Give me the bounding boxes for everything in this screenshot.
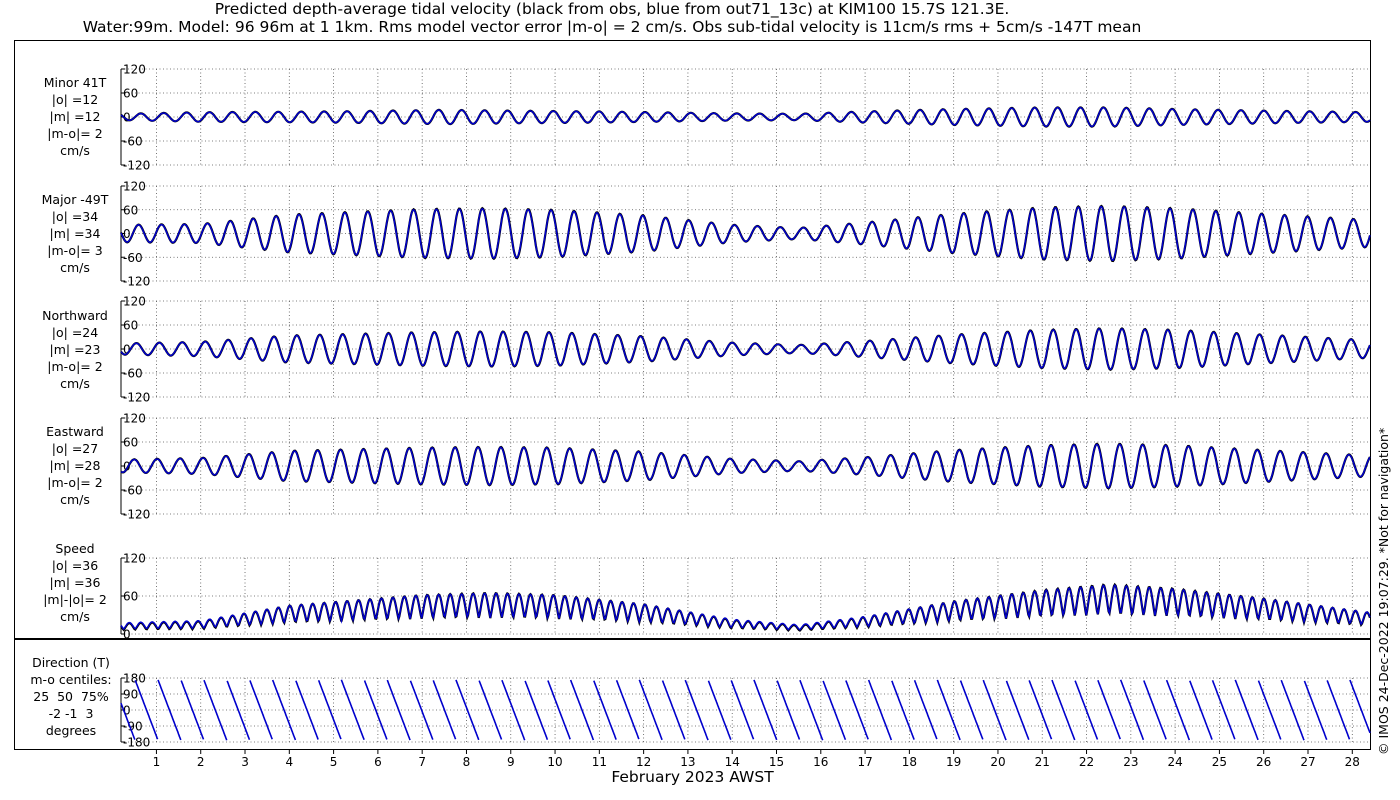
panel-5: 180900-90-180 bbox=[120, 672, 1371, 750]
y-tick-label: 120 bbox=[123, 63, 146, 77]
x-tick-label: 1 bbox=[153, 755, 161, 769]
x-tick-label: 7 bbox=[418, 755, 426, 769]
x-tick-label: 17 bbox=[857, 755, 872, 769]
x-tick-label: 23 bbox=[1123, 755, 1138, 769]
y-tick-label: 120 bbox=[123, 412, 146, 426]
x-tick-label: 20 bbox=[990, 755, 1005, 769]
y-tick-label: 60 bbox=[123, 203, 138, 217]
x-tick-label: 5 bbox=[330, 755, 338, 769]
panel-3: 120600-60-120 bbox=[120, 412, 1371, 522]
y-tick-label: -60 bbox=[123, 135, 143, 149]
panel-0: 120600-60-120 bbox=[120, 63, 1371, 173]
x-tick-label: 26 bbox=[1256, 755, 1271, 769]
x-tick-label: 19 bbox=[946, 755, 961, 769]
y-tick-label: -120 bbox=[123, 159, 150, 173]
y-tick-label: -60 bbox=[123, 484, 143, 498]
y-tick-label: -120 bbox=[123, 508, 150, 522]
x-tick-label: 13 bbox=[680, 755, 695, 769]
y-tick-label: -90 bbox=[123, 720, 143, 734]
x-tick-label: 16 bbox=[813, 755, 828, 769]
x-tick-label: 12 bbox=[636, 755, 651, 769]
y-tick-label: 120 bbox=[123, 295, 146, 309]
panel-1: 120600-60-120 bbox=[119, 180, 1372, 289]
x-tick-label: 22 bbox=[1079, 755, 1094, 769]
y-tick-label: 60 bbox=[123, 436, 138, 450]
x-tick-label: 18 bbox=[902, 755, 917, 769]
x-tick-label: 15 bbox=[769, 755, 784, 769]
series-obs-line bbox=[119, 204, 1372, 263]
series-model-direction bbox=[120, 679, 1371, 741]
y-tick-label: -60 bbox=[123, 251, 143, 265]
y-tick-label: 120 bbox=[123, 180, 146, 194]
y-tick-label: 60 bbox=[123, 590, 138, 604]
panel-4: 120600 bbox=[120, 552, 1372, 642]
y-tick-label: 120 bbox=[123, 552, 146, 566]
x-tick-label: 3 bbox=[241, 755, 249, 769]
y-tick-label: 180 bbox=[123, 672, 146, 686]
x-tick-label: 21 bbox=[1035, 755, 1050, 769]
x-tick-label: 24 bbox=[1167, 755, 1182, 769]
x-tick-label: 9 bbox=[507, 755, 515, 769]
y-tick-label: -180 bbox=[123, 736, 150, 750]
y-tick-label: 60 bbox=[123, 319, 138, 333]
y-tick-label: 60 bbox=[123, 87, 138, 101]
x-axis-label: February 2023 AWST bbox=[611, 768, 774, 786]
x-tick-label: 25 bbox=[1212, 755, 1227, 769]
x-tick-label: 2 bbox=[197, 755, 205, 769]
tidal-velocity-plot: 120600-60-120120600-60-120120600-60-1201… bbox=[119, 63, 1372, 769]
series-model-line bbox=[120, 584, 1371, 631]
copyright-credit: © IMOS 24-Dec-2022 19:07:29. *Not for na… bbox=[1376, 427, 1391, 755]
y-tick-label: 90 bbox=[123, 688, 138, 702]
y-tick-label: -120 bbox=[123, 275, 150, 289]
x-tick-label: 10 bbox=[547, 755, 562, 769]
x-tick-label: 4 bbox=[285, 755, 293, 769]
x-tick-label: 14 bbox=[725, 755, 740, 769]
y-tick-label: -60 bbox=[123, 367, 143, 381]
x-tick-label: 6 bbox=[374, 755, 382, 769]
x-tick-label: 8 bbox=[463, 755, 471, 769]
x-tick-label: 11 bbox=[592, 755, 607, 769]
y-tick-label: -120 bbox=[123, 391, 150, 405]
x-tick-label: 27 bbox=[1300, 755, 1315, 769]
panel-2: 120600-60-120 bbox=[120, 295, 1372, 405]
x-tick-label: 28 bbox=[1345, 755, 1360, 769]
